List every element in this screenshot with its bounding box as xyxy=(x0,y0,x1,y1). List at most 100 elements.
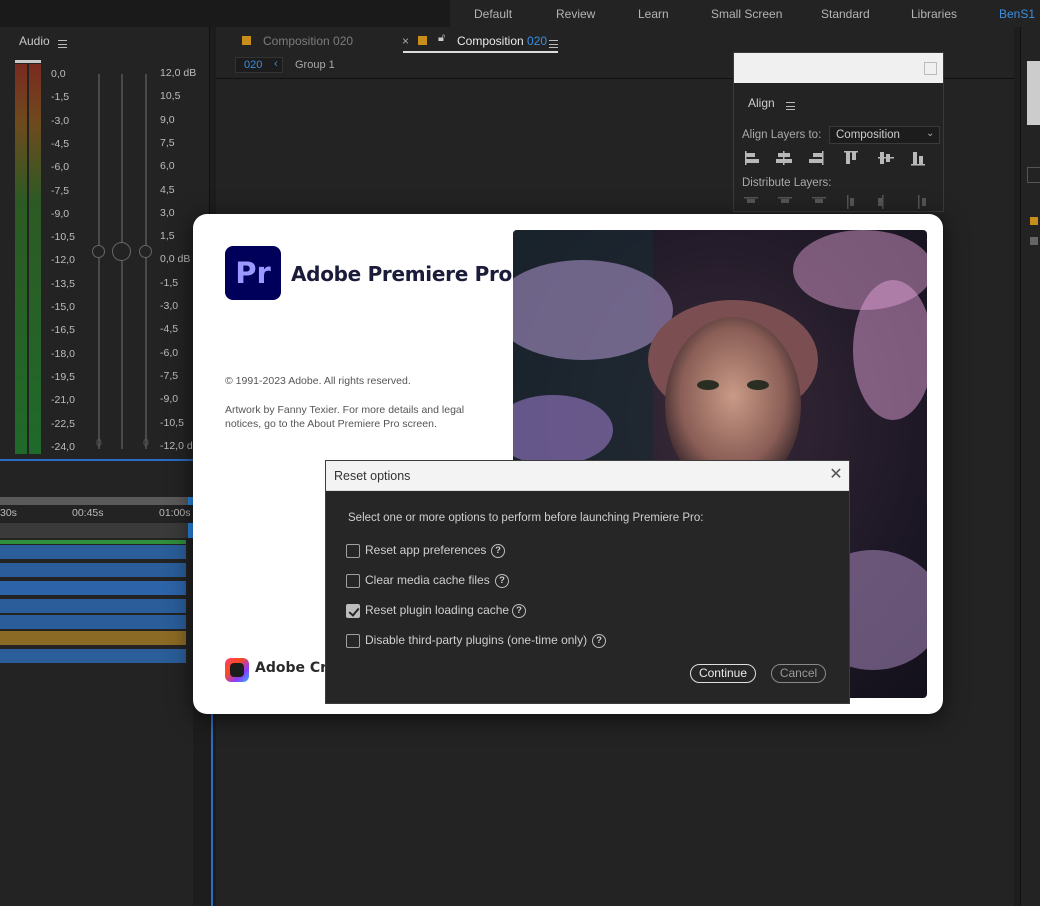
audio-scale-label-right: -1,5 xyxy=(160,276,179,289)
comp-label-chip xyxy=(418,36,427,45)
audio-scale-label-right: -3,0 xyxy=(160,300,179,312)
align-to-label: Align Layers to: xyxy=(742,129,822,141)
meter-peak-indicator xyxy=(15,60,41,63)
checkbox[interactable] xyxy=(346,544,360,558)
align-menu-icon[interactable] xyxy=(786,99,795,113)
timeline-ruler-lane xyxy=(0,523,193,538)
creative-cloud-icon xyxy=(225,658,249,682)
search-icon[interactable] xyxy=(1027,167,1040,183)
label-chip xyxy=(1030,217,1038,225)
timeline-layer-bar[interactable] xyxy=(0,599,186,613)
option-clear-media-cache[interactable]: Clear media cache files ? xyxy=(346,573,546,589)
timeline-layer-bar[interactable] xyxy=(0,581,186,595)
workspace-default[interactable]: Default xyxy=(474,7,512,21)
continue-button[interactable]: Continue xyxy=(690,664,756,683)
timeline-tick: 01:00s xyxy=(159,507,191,519)
checkbox[interactable] xyxy=(346,574,360,588)
help-icon[interactable]: ? xyxy=(495,574,509,588)
timeline-layer-bar-audio[interactable] xyxy=(0,631,186,645)
checkbox-checked[interactable] xyxy=(346,604,360,618)
breadcrumb-chevron-icon: ‹ xyxy=(274,58,278,70)
workspace-review[interactable]: Review xyxy=(556,7,595,21)
audio-scale-label-left: -24,0 xyxy=(51,440,75,453)
fader-track-left[interactable] xyxy=(98,74,100,449)
fader-value-left: 0 xyxy=(96,437,102,449)
timeline-green-bar xyxy=(0,540,186,544)
timeline-layer-bar[interactable] xyxy=(0,615,186,629)
help-icon[interactable]: ? xyxy=(512,604,526,618)
tab-close-icon[interactable]: × xyxy=(402,34,409,48)
lock-icon[interactable]: 🔓︎ xyxy=(438,32,445,45)
artwork-credit-line2: notices, go to the About Premiere Pro sc… xyxy=(225,418,437,430)
align-close-icon[interactable] xyxy=(924,62,937,75)
premiere-logo-icon: Pr xyxy=(225,246,281,300)
breadcrumb-comp[interactable]: 020 ‹ xyxy=(235,57,283,73)
audio-scale-label-right: 4,5 xyxy=(160,183,175,196)
option-reset-app-preferences[interactable]: Reset app preferences ? xyxy=(346,543,546,559)
align-buttons-row[interactable] xyxy=(742,149,937,167)
audio-scale-label-right: 3,0 xyxy=(160,206,175,219)
fader-knob-master[interactable] xyxy=(112,242,131,261)
align-to-dropdown[interactable]: Composition ⌄ xyxy=(829,126,940,144)
audio-scale-label-right: 9,0 xyxy=(160,113,175,126)
comp-menu-icon[interactable] xyxy=(549,37,558,51)
audio-scale-label-right: 0,0 dB xyxy=(160,253,191,266)
timeline-tick: 30s xyxy=(0,507,17,519)
workspace-bar-left xyxy=(0,0,450,27)
help-icon[interactable]: ? xyxy=(592,634,606,648)
cancel-button[interactable]: Cancel xyxy=(771,664,826,683)
fader-knob-left[interactable] xyxy=(92,245,105,258)
audio-menu-icon[interactable] xyxy=(58,37,67,51)
help-icon[interactable]: ? xyxy=(491,544,505,558)
tab-composition-active[interactable]: Composition 020 xyxy=(457,34,547,48)
timeline-layer-bar[interactable] xyxy=(0,545,186,559)
audio-scale-label-left: -18,0 xyxy=(51,347,75,360)
breadcrumb-group[interactable]: Group 1 xyxy=(295,59,335,71)
workspace-bar: Default Review Learn Small Screen Standa… xyxy=(0,0,1040,27)
app-name: Adobe Premiere Pro xyxy=(291,262,512,286)
audio-scale-label-right: 1,5 xyxy=(160,230,175,243)
workspace-learn[interactable]: Learn xyxy=(638,7,669,21)
option-reset-plugin-cache[interactable]: Reset plugin loading cache ? xyxy=(346,603,566,619)
right-panel-strip xyxy=(1020,27,1040,906)
fader-track-right[interactable] xyxy=(145,74,147,449)
fader-value-right: 0 xyxy=(143,437,149,449)
artwork-credit-line1: Artwork by Fanny Texier. For more detail… xyxy=(225,404,465,416)
tab-composition-inactive[interactable]: Composition 020 xyxy=(263,34,353,48)
workspace-standard[interactable]: Standard xyxy=(821,7,870,21)
audio-scale-label-right: -9,0 xyxy=(160,393,179,406)
fader-knob-right[interactable] xyxy=(139,245,152,258)
audio-scale-label-left: -7,5 xyxy=(51,184,70,197)
checkbox[interactable] xyxy=(346,634,360,648)
audio-scale-label-right: -4,5 xyxy=(160,323,179,336)
audio-scale-label-right: 7,5 xyxy=(160,136,175,149)
timeline-layer-bar[interactable] xyxy=(0,649,186,663)
option-label: Clear media cache files xyxy=(365,573,490,587)
preview-thumbnail xyxy=(1027,61,1040,125)
timeline-work-area[interactable] xyxy=(0,497,193,505)
audio-scale-label-left: 0,0 xyxy=(51,68,66,80)
audio-meter-right xyxy=(29,64,41,454)
align-panel-header[interactable] xyxy=(734,53,943,83)
audio-scale-label-left: -15,0 xyxy=(51,301,75,313)
comp-label-chip xyxy=(242,36,251,45)
fader-track-master[interactable] xyxy=(121,74,123,449)
align-panel: Align Align Layers to: Composition ⌄ Dis… xyxy=(733,52,944,212)
workspace-libraries[interactable]: Libraries xyxy=(911,7,957,21)
option-label: Reset plugin loading cache xyxy=(365,603,510,617)
audio-scale-label-left: -22,5 xyxy=(51,417,75,430)
copyright-text: © 1991-2023 Adobe. All rights reserved. xyxy=(225,375,411,387)
audio-scale-label-right: 6,0 xyxy=(160,160,175,173)
close-icon[interactable]: ✕ xyxy=(827,466,845,484)
workspace-bens1[interactable]: BenS1 xyxy=(999,7,1035,21)
audio-scale-label-left: -19,5 xyxy=(51,370,75,383)
audio-scale-label-left: -3,0 xyxy=(51,114,70,127)
audio-scale-label-right: -10,5 xyxy=(160,416,184,429)
audio-scale-label-left: -6,0 xyxy=(51,161,70,174)
audio-scale-label-right: 12,0 dB xyxy=(160,67,197,79)
option-disable-third-party-plugins[interactable]: Disable third-party plugins (one-time on… xyxy=(346,633,646,649)
workspace-small-screen[interactable]: Small Screen xyxy=(711,7,782,21)
audio-scale-label-left: -16,5 xyxy=(51,324,75,337)
timeline-layer-bar[interactable] xyxy=(0,563,186,577)
distribute-buttons-row[interactable] xyxy=(742,193,937,211)
